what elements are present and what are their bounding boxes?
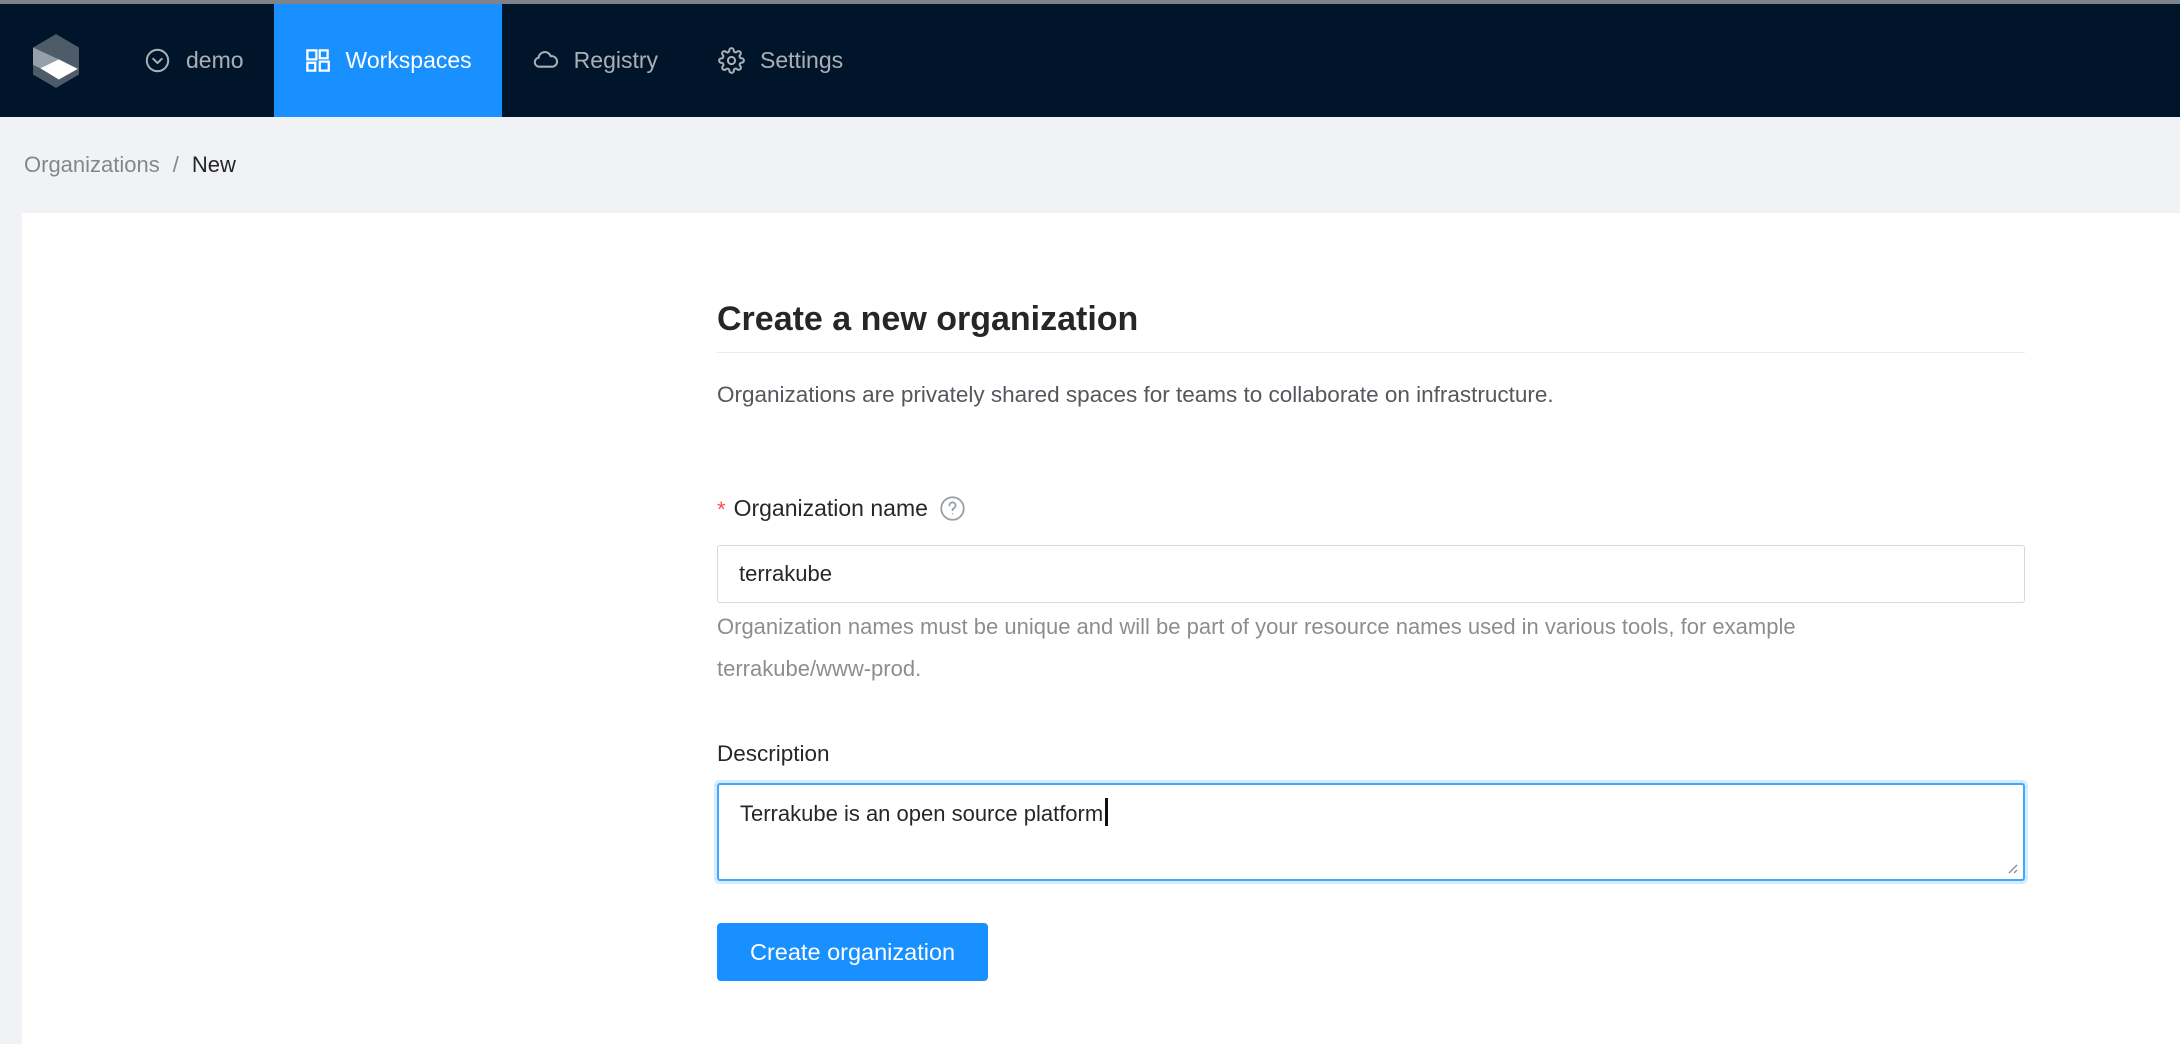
main-nav: demo Workspaces Registry Settings xyxy=(114,4,873,117)
breadcrumb-organizations[interactable]: Organizations xyxy=(24,152,160,178)
nav-item-workspaces[interactable]: Workspaces xyxy=(274,4,502,117)
settings-gear-icon xyxy=(718,47,745,74)
content-card: Create a new organization Organizations … xyxy=(22,213,2180,1044)
org-selector-demo[interactable]: demo xyxy=(114,4,274,117)
description-textarea[interactable]: Terrakube is an open source platform xyxy=(717,783,2025,881)
description-value: Terrakube is an open source platform xyxy=(740,801,1103,826)
text-caret xyxy=(1105,798,1108,826)
question-circle-icon[interactable] xyxy=(939,495,966,522)
org-selector-label: demo xyxy=(186,47,244,74)
org-name-help-line2: terrakube/www-prod. xyxy=(717,648,2025,690)
create-organization-form: Create a new organization Organizations … xyxy=(717,213,2025,981)
top-navbar: demo Workspaces Registry Settings xyxy=(0,4,2180,117)
org-name-help-line1: Organization names must be unique and wi… xyxy=(717,606,2025,648)
workspaces-grid-icon xyxy=(304,47,331,74)
page-title: Create a new organization xyxy=(717,298,2025,353)
breadcrumb-separator: / xyxy=(173,152,179,178)
nav-item-label: Registry xyxy=(574,47,658,74)
nav-item-label: Settings xyxy=(760,47,843,74)
resize-handle-icon[interactable] xyxy=(2004,860,2020,876)
description-label: Description xyxy=(717,739,2025,769)
registry-cloud-icon xyxy=(532,47,559,74)
terrakube-logo[interactable] xyxy=(0,4,114,117)
org-name-help-text: Organization names must be unique and wi… xyxy=(717,606,2025,690)
nav-item-settings[interactable]: Settings xyxy=(688,4,873,117)
org-name-label-row: * Organization name xyxy=(717,493,2025,523)
create-organization-button[interactable]: Create organization xyxy=(717,923,988,981)
terrakube-logo-icon xyxy=(28,32,84,90)
breadcrumb: Organizations / New xyxy=(0,117,2180,213)
down-circle-icon xyxy=(144,47,171,74)
page-subtitle: Organizations are privately shared space… xyxy=(717,380,2025,410)
organization-name-input[interactable] xyxy=(717,545,2025,603)
nav-item-registry[interactable]: Registry xyxy=(502,4,688,117)
org-name-label: Organization name xyxy=(734,495,928,522)
breadcrumb-current-new: New xyxy=(192,152,236,178)
nav-item-label: Workspaces xyxy=(346,47,472,74)
required-asterisk: * xyxy=(717,497,726,523)
